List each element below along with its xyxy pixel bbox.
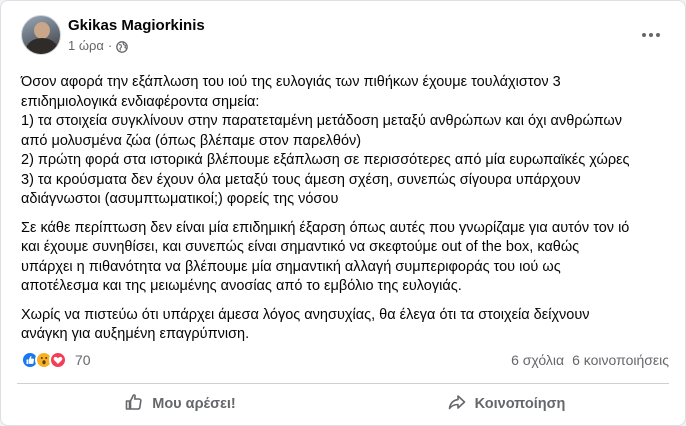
reactions-bar: 70 6 σχόλια 6 κοινοποιήσεις [21,349,669,371]
post-stats: 6 σχόλια 6 κοινοποιήσεις [511,352,669,368]
like-button[interactable]: Μου αρέσει! [17,387,343,421]
shares-count[interactable]: 6 κοινοποιήσεις [572,352,669,368]
text-line: από μολυσμένα ζώα (όπως βλέπαμε στον παρ… [21,132,362,149]
text-line: αποτέλεσμα και της μειωμένης ανοσίας από… [21,278,462,294]
text-line: 3) τα κρούσματα δεν έχουν όλα μεταξύ του… [21,171,581,188]
reaction-count[interactable]: 70 [75,352,91,368]
meta-separator: · [107,38,113,53]
post-actions: Μου αρέσει! Κοινοποίηση [17,387,669,421]
text-line: Όσον αφορά την εξάπλωση του ιού της ευλο… [21,74,561,90]
text-line: 2) πρώτη φορά στα ιστορικά βλέπουμε εξάπ… [21,152,630,168]
comments-count[interactable]: 6 σχόλια [511,352,564,368]
like-label: Μου αρέσει! [152,396,236,412]
post-card: Gkikas Magiorkinis 1 ώρα · Όσον αφορά τη… [0,0,686,426]
more-options-icon[interactable] [635,19,667,51]
text-line: Σε κάθε περίπτωση δεν είναι μία επιδημικ… [21,219,630,236]
share-label: Κοινοποίηση [474,396,566,412]
text-line: Χωρίς να πιστεύω ότι υπάρχει άμεσα λόγος… [21,306,590,323]
post-meta: 1 ώρα · [68,38,129,53]
divider [17,383,669,384]
text-line: 1) τα στοιχεία συγκλίνουν στην παρατεταμ… [21,113,622,129]
text-line: και έχουμε συνηθίσει, και συνεπώς είναι … [21,239,580,255]
author-name[interactable]: Gkikas Magiorkinis [68,17,205,34]
globe-icon[interactable] [116,40,129,53]
paragraph-2: Σε κάθε περίπτωση δεν είναι μία επιδημικ… [21,219,669,297]
post-header: Gkikas Magiorkinis 1 ώρα · [17,13,669,57]
share-icon [447,392,467,416]
share-button[interactable]: Κοινοποίηση [343,387,669,421]
post-text: Όσον αφορά την εξάπλωση του ιού της ευλο… [21,73,669,354]
text-line: υπάρχει η πιθανότητα να βλέπουμε μία σημ… [21,258,561,275]
post-time[interactable]: 1 ώρα [68,38,104,53]
text-line: αδιάγνωστοι (ασυμπτωματικοί;) φορείς της… [21,191,339,207]
love-icon[interactable] [49,351,67,369]
paragraph-3: Χωρίς να πιστεύω ότι υπάρχει άμεσα λόγος… [21,306,669,345]
thumbs-up-icon [124,392,144,416]
text-line: επιδημιολογικά ενδιαφέροντα σημεία: [21,93,260,110]
avatar[interactable] [21,15,61,55]
text-line: ανάγκη για αυξημένη επαγρύπνιση. [21,326,250,342]
paragraph-1: Όσον αφορά την εξάπλωση του ιού της ευλο… [21,73,669,210]
